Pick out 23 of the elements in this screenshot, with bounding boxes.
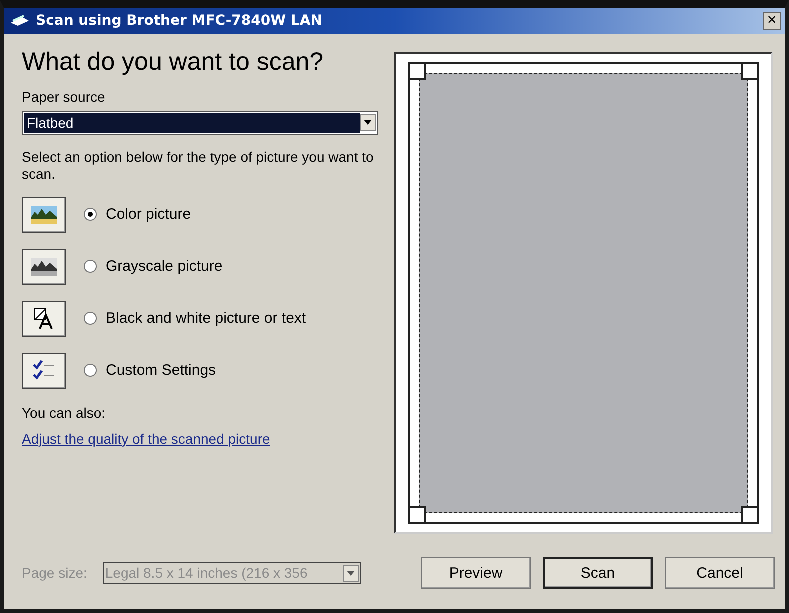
dialog-button[interactable]: Preview (421, 557, 531, 590)
resize-handle[interactable] (408, 506, 426, 524)
resize-handle[interactable] (741, 62, 759, 80)
radio-option[interactable]: Black and white picture or text (84, 310, 306, 328)
paper-source-dropdown[interactable]: Flatbed (22, 110, 378, 135)
adjust-quality-link[interactable]: Adjust the quality of the scanned picture (22, 430, 378, 447)
dialog-heading: What do you want to scan? (22, 48, 325, 77)
paper-source-label: Paper source (22, 88, 106, 105)
close-button[interactable]: × (763, 12, 781, 30)
resize-handle[interactable] (741, 506, 759, 524)
grayscale-landscape-icon[interactable] (22, 248, 66, 285)
page-size-label: Page size: (22, 565, 88, 582)
dialog-button[interactable]: Cancel (665, 557, 775, 590)
also-label: You can also: (22, 404, 107, 421)
dialog-button[interactable]: Scan (543, 557, 653, 590)
instruction-text: Select an option below for the type of picture you want to scan. (22, 148, 375, 183)
resize-handle[interactable] (408, 62, 426, 80)
radio-option[interactable]: Color picture (84, 206, 192, 224)
radio-option[interactable]: Grayscale picture (84, 258, 223, 276)
window-title: Scan using Brother MFC-7840W LAN (36, 12, 324, 29)
color-landscape-icon[interactable] (22, 196, 66, 233)
checklist-icon[interactable] (22, 352, 66, 389)
radio-option[interactable]: Custom Settings (84, 362, 216, 380)
